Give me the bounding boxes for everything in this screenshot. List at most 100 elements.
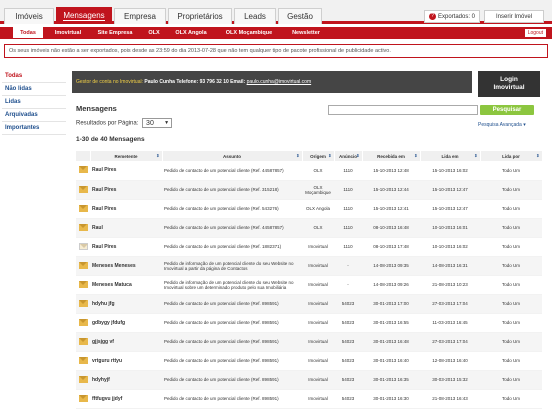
per-page-label: Resultados por Página:	[76, 120, 139, 127]
table-row[interactable]: Meneses Matuca Pedido de informação de um…	[76, 275, 542, 295]
envelope-cell	[76, 275, 90, 295]
col-header-origem[interactable]: Origem ⇕	[302, 151, 335, 161]
subject-cell[interactable]: Pedido de contacto de um potencial clien…	[162, 313, 302, 333]
sidebar-item-arquivadas[interactable]: Arquivadas	[2, 109, 66, 122]
table-row[interactable]: fftfugvu jjdyf Pedido de contacto de um p…	[76, 389, 542, 409]
subject-cell[interactable]: Pedido de contacto de um potencial clien…	[162, 199, 302, 219]
login-imovirtual-button[interactable]: Login Imovirtual	[478, 71, 540, 97]
col-header-remetente[interactable]: Remetente ⇕	[90, 151, 163, 161]
table-row[interactable]: Raul Pires Pedido de contacto de um poten…	[76, 180, 542, 200]
sidebar-item-nao-lidas[interactable]: Não lidas	[2, 83, 66, 96]
sidebar-item-importantes[interactable]: Importantes	[2, 122, 66, 135]
manager-label: Gestor de conta no Imovirtual:	[76, 79, 143, 85]
advanced-search-label: Pesquisa Avançada	[478, 122, 522, 128]
search-button[interactable]: Pesquisar	[480, 105, 534, 115]
envelope-cell	[76, 161, 90, 181]
envelope-icon	[79, 375, 88, 383]
sidebar-item-todas[interactable]: Todas	[2, 70, 66, 83]
read-by-cell: Todo Um	[480, 351, 542, 371]
subject-cell[interactable]: Pedido de contacto de um potencial clien…	[162, 180, 302, 200]
tab-leads[interactable]: Leads	[234, 8, 276, 24]
tab-empresa[interactable]: Empresa	[114, 8, 166, 24]
subtab-olx-angola[interactable]: OLX Angola	[170, 27, 212, 39]
sender-cell[interactable]: Raul Pires	[90, 199, 162, 219]
sender-cell[interactable]: vrtguru rttyu	[90, 351, 162, 371]
read-cell: 15-10-2013 16:02	[420, 161, 480, 181]
tab-gestao[interactable]: Gestão	[278, 8, 322, 24]
subject-cell[interactable]: Pedido de informação de um potencial cli…	[162, 275, 302, 295]
col-header-anuncio[interactable]: Anúncio ⇕	[334, 151, 363, 161]
read-by-cell: Todo Um	[480, 313, 542, 333]
subject-cell[interactable]: Pedido de contacto de um potencial clien…	[162, 237, 302, 257]
table-row[interactable]: Meneses Meneses Pedido de informação de u…	[76, 256, 542, 276]
subject-cell[interactable]: Pedido de informação de um potencial cli…	[162, 256, 302, 276]
subject-cell[interactable]: Pedido de contacto de um potencial clien…	[162, 294, 302, 314]
envelope-cell	[76, 370, 90, 390]
received-cell: 08-10-2013 16:48	[362, 218, 420, 238]
sender-cell[interactable]: fftfugvu jjdyf	[90, 389, 162, 409]
table-row[interactable]: gjjsjgg vf Pedido de contacto de um poten…	[76, 332, 542, 352]
table-row[interactable]: Raul Pires Pedido de contacto de um poten…	[76, 237, 542, 257]
subject-cell[interactable]: Pedido de contacto de um potencial clien…	[162, 218, 302, 238]
sender-cell[interactable]: Meneses Matuca	[90, 275, 162, 295]
tab-mensagens[interactable]: Mensagens	[56, 7, 112, 24]
sender-cell[interactable]: gjjsjgg vf	[90, 332, 162, 352]
sort-icon: ⇕	[536, 153, 540, 158]
table-row[interactable]: gdbygy jfdufg Pedido de contacto de um po…	[76, 313, 542, 333]
subject-cell[interactable]: Pedido de contacto de um potencial clien…	[162, 332, 302, 352]
sidebar-item-lidas[interactable]: Lidas	[2, 96, 66, 109]
col-header-lida-em[interactable]: Lida em ⇕	[420, 151, 481, 161]
table-row[interactable]: vrtguru rttyu Pedido de contacto de um po…	[76, 351, 542, 371]
manager-email-link[interactable]: paulo.cunha@imovirtual.com	[247, 79, 312, 85]
subject-cell[interactable]: Pedido de contacto de um potencial clien…	[162, 161, 302, 181]
envelope-icon	[79, 337, 88, 345]
envelope-icon	[79, 299, 88, 307]
subject-cell[interactable]: Pedido de contacto de um potencial clien…	[162, 351, 302, 371]
col-header-assunto[interactable]: Assunto ⇕	[162, 151, 303, 161]
table-row[interactable]: hdyhu jfg Pedido de contacto de um potenc…	[76, 294, 542, 314]
search-input[interactable]	[328, 105, 478, 115]
sender-cell[interactable]: Raul Pires	[90, 180, 162, 200]
subtab-site-empresa[interactable]: Site Empresa	[92, 27, 138, 39]
read-by-cell: Todo Um	[480, 294, 542, 314]
envelope-cell	[76, 332, 90, 352]
subtab-todas[interactable]: Todas	[12, 27, 44, 39]
subtab-olx-mocambique[interactable]: OLX Moçambique	[216, 27, 282, 39]
tab-label: Empresa	[123, 12, 156, 21]
subtab-olx[interactable]: OLX	[142, 27, 166, 39]
received-cell: 30-01-2013 17:00	[362, 294, 420, 314]
read-by-cell: Todo Um	[480, 332, 542, 352]
sort-icon: ⇕	[296, 153, 300, 158]
col-header-lida-por[interactable]: Lida por ⇕	[480, 151, 543, 161]
received-cell: 30-01-2013 16:40	[362, 351, 420, 371]
sender-cell[interactable]: Raul Pires	[90, 237, 162, 257]
tab-imoveis[interactable]: Imóveis	[4, 8, 54, 24]
origin-cell: Imovirtual	[302, 237, 334, 257]
exported-button[interactable]: ? Exportados: 0	[424, 10, 480, 23]
sender-cell[interactable]: gdbygy jfdufg	[90, 313, 162, 333]
sender-cell[interactable]: Raul	[90, 218, 162, 238]
advanced-search-link[interactable]: Pesquisa Avançada ▾	[478, 122, 526, 128]
table-row[interactable]: Raul Pires Pedido de contacto de um poten…	[76, 161, 542, 181]
table-row[interactable]: hdyhyjf Pedido de contacto de um potencia…	[76, 370, 542, 390]
tab-label: Gestão	[287, 12, 313, 21]
sender-cell[interactable]: hdyhu jfg	[90, 294, 162, 314]
per-page-select[interactable]: 30 ▼	[142, 118, 173, 128]
table-row[interactable]: Raul Pedido de contacto de um potencial c…	[76, 218, 542, 238]
subtab-newsletter[interactable]: Newsletter	[286, 27, 326, 39]
received-cell: 15-10-2013 12:48	[362, 161, 420, 181]
tab-proprietarios[interactable]: Proprietários	[168, 8, 232, 24]
header-label: Origem	[310, 153, 326, 159]
logout-button[interactable]: Logout	[524, 29, 546, 37]
ad-id-cell: 54023	[334, 313, 362, 333]
subtab-imovirtual[interactable]: Imovirtual	[48, 27, 88, 39]
subject-cell[interactable]: Pedido de contacto de um potencial clien…	[162, 370, 302, 390]
header-label: Remetente	[114, 153, 138, 159]
col-header-recebida[interactable]: Recebida em ⇕	[362, 151, 421, 161]
sender-cell[interactable]: Meneses Meneses	[90, 256, 162, 276]
sender-cell[interactable]: Raul Pires	[90, 161, 162, 181]
table-row[interactable]: Raul Pires Pedido de contacto de um poten…	[76, 199, 542, 219]
sender-cell[interactable]: hdyhyjf	[90, 370, 162, 390]
insert-property-button[interactable]: Inserir Imóvel	[484, 10, 544, 23]
subject-cell[interactable]: Pedido de contacto de um potencial clien…	[162, 389, 302, 409]
